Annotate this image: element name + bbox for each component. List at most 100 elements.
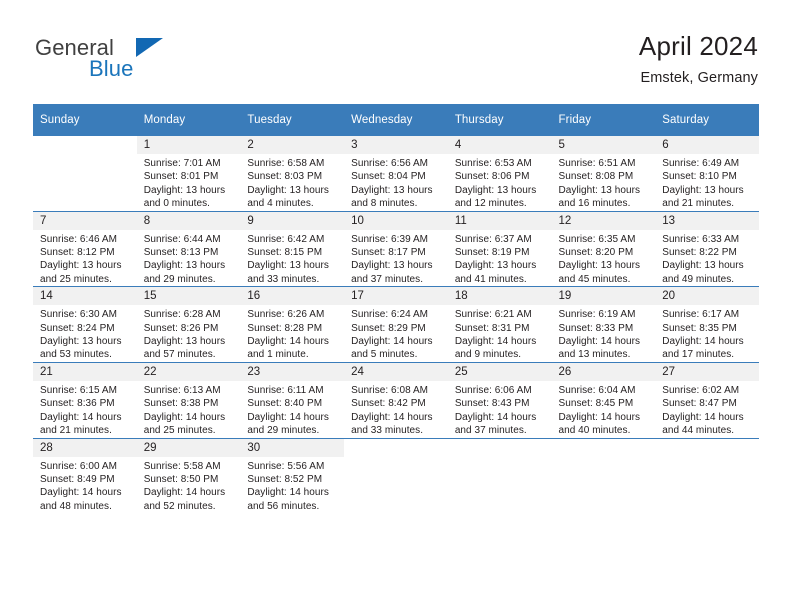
calendar-day-cell[interactable]: 26 Sunrise: 6:04 AM Sunset: 8:45 PM Dayligh… [551,361,656,438]
sunrise-time: Sunrise: 6:11 AM [247,384,324,396]
daylight-duration-line1: Daylight: 14 hours [662,411,744,423]
title-block: April 2024 Emstek, Germany [639,30,758,88]
weekday-header-sunday: Sunday [33,104,137,136]
calendar-day-cell[interactable]: 3 Sunrise: 6:56 AM Sunset: 8:04 PM Daylight… [344,136,448,211]
calendar-day-cell[interactable]: 6 Sunrise: 6:49 AM Sunset: 8:10 PM Daylight… [655,136,759,211]
sunrise-time: Sunrise: 6:24 AM [351,309,429,321]
weekday-header-friday: Friday [551,104,656,136]
sunrise-time: Sunrise: 6:53 AM [454,158,532,169]
daylight-duration-line1: Daylight: 14 hours [558,411,641,423]
calendar-day-cell[interactable]: 21 Sunrise: 6:15 AM Sunset: 8:36 PM Dayligh… [33,361,137,438]
daylight-duration-line2: and 44 minutes. [662,425,735,437]
calendar-day-cell[interactable]: 17 Sunrise: 6:24 AM Sunset: 8:29 PM Dayligh… [344,286,448,363]
calendar-day-cell[interactable]: 5 Sunrise: 6:51 AM Sunset: 8:08 PM Daylight… [551,136,656,211]
sunrise-time: Sunrise: 6:35 AM [558,233,636,245]
daylight-duration-line2: and 12 minutes. [454,198,527,210]
day-number [655,439,759,457]
calendar-day-cell[interactable]: 10 Sunrise: 6:39 AM Sunset: 8:17 PM Dayligh… [344,210,448,287]
calendar-day-cell[interactable]: 15 Sunrise: 6:28 AM Sunset: 8:26 PM Dayligh… [136,286,241,363]
day-cell-inner: 19 Sunrise: 6:19 AM Sunset: 8:33 PM Dayligh… [551,287,656,362]
calendar-day-cell[interactable]: 22 Sunrise: 6:13 AM Sunset: 8:38 PM Dayligh… [136,361,241,438]
daylight-duration-line1: Daylight: 13 hours [454,260,537,272]
day-number: 4 [447,136,552,154]
weekday-header-thursday: Thursday [447,104,552,136]
daylight-duration-line2: and 25 minutes. [143,425,216,437]
daylight-duration-line1: Daylight: 14 hours [247,411,329,423]
calendar-day-cell[interactable]: 25 Sunrise: 6:06 AM Sunset: 8:43 PM Dayligh… [447,361,552,438]
calendar-day-cell[interactable]: 18 Sunrise: 6:21 AM Sunset: 8:31 PM Dayligh… [447,286,552,363]
daylight-duration-line2: and 8 minutes. [351,198,418,210]
day-cell-inner: 1 Sunrise: 7:01 AM Sunset: 8:01 PM Daylight… [136,136,241,211]
calendar-day-cell[interactable]: 11 Sunrise: 6:37 AM Sunset: 8:19 PM Dayligh… [447,210,552,287]
day-cell-inner: 16 Sunrise: 6:26 AM Sunset: 8:28 PM Dayligh… [240,287,345,362]
calendar-day-cell[interactable]: 12 Sunrise: 6:35 AM Sunset: 8:20 PM Dayligh… [551,210,656,287]
day-cell-inner: 9 Sunrise: 6:42 AM Sunset: 8:15 PM Daylight… [240,211,345,287]
daylight-duration-line2: and 33 minutes. [351,425,424,437]
day-cell-inner: 13 Sunrise: 6:33 AM Sunset: 8:22 PM Dayligh… [655,211,759,287]
calendar-day-cell[interactable]: 8 Sunrise: 6:44 AM Sunset: 8:13 PM Daylight… [136,210,241,287]
day-details: Sunrise: 6:24 AM Sunset: 8:29 PM Daylight:… [344,305,448,362]
day-cell-inner: 23 Sunrise: 6:11 AM Sunset: 8:40 PM Dayligh… [240,362,345,438]
calendar-header-row: Sunday Monday Tuesday Wednesday Thursday… [33,104,759,136]
daylight-duration-line2: and 29 minutes. [143,273,216,285]
day-details: Sunrise: 6:44 AM Sunset: 8:13 PM Daylight:… [137,230,241,287]
daylight-duration-line1: Daylight: 13 hours [40,260,122,272]
daylight-duration-line2: and 13 minutes. [558,349,631,361]
calendar-day-cell[interactable]: 4 Sunrise: 6:53 AM Sunset: 8:06 PM Daylight… [447,136,552,211]
calendar-day-cell[interactable]: 1 Sunrise: 7:01 AM Sunset: 8:01 PM Daylight… [136,136,241,211]
daylight-duration-line2: and 56 minutes. [247,500,320,512]
daylight-duration-line1: Daylight: 14 hours [40,487,122,499]
day-details: Sunrise: 6:15 AM Sunset: 8:36 PM Daylight:… [33,381,137,438]
daylight-duration-line2: and 49 minutes. [662,273,735,285]
daylight-duration-line2: and 5 minutes. [351,349,418,361]
calendar-day-cell[interactable]: 14 Sunrise: 6:30 AM Sunset: 8:24 PM Dayligh… [33,286,137,363]
calendar-day-cell[interactable]: 29 Sunrise: 5:58 AM Sunset: 8:50 PM Dayligh… [136,437,241,514]
daylight-duration-line1: Daylight: 13 hours [454,184,537,196]
daylight-duration-line1: Daylight: 13 hours [558,184,641,196]
day-details: Sunrise: 7:01 AM Sunset: 8:01 PM Daylight:… [137,154,241,211]
day-number: 26 [551,362,656,381]
sunrise-time: Sunrise: 6:58 AM [247,158,325,169]
day-details: Sunrise: 6:37 AM Sunset: 8:19 PM Daylight:… [448,230,552,287]
calendar-day-cell[interactable]: 30 Sunrise: 5:56 AM Sunset: 8:52 PM Dayligh… [240,437,345,514]
day-number: 13 [655,211,759,230]
day-details: Sunrise: 6:06 AM Sunset: 8:43 PM Daylight:… [448,381,552,438]
day-cell-inner [655,439,759,514]
sunrise-time: Sunrise: 6:00 AM [40,460,117,472]
daylight-duration-line2: and 37 minutes. [351,273,424,285]
sunset-time: Sunset: 8:03 PM [247,171,323,183]
daylight-duration-line2: and 25 minutes. [40,273,112,285]
sunrise-time: Sunrise: 6:37 AM [454,233,532,245]
sunrise-time: Sunrise: 6:44 AM [143,233,221,245]
calendar-day-cell[interactable]: 13 Sunrise: 6:33 AM Sunset: 8:22 PM Dayligh… [655,210,759,287]
daylight-duration-line2: and 40 minutes. [558,425,631,437]
weekday-header-tuesday: Tuesday [240,104,345,136]
sunset-time: Sunset: 8:40 PM [247,398,323,410]
sunrise-time: Sunrise: 6:26 AM [247,309,325,321]
calendar-day-cell[interactable]: 16 Sunrise: 6:26 AM Sunset: 8:28 PM Dayligh… [240,286,345,363]
calendar-day-cell[interactable]: 28 Sunrise: 6:00 AM Sunset: 8:49 PM Dayligh… [33,437,137,514]
calendar-day-cell[interactable]: 19 Sunrise: 6:19 AM Sunset: 8:33 PM Dayligh… [551,286,656,363]
sunset-time: Sunset: 8:24 PM [40,322,115,334]
sunset-time: Sunset: 8:17 PM [351,247,426,259]
day-details: Sunrise: 6:28 AM Sunset: 8:26 PM Daylight:… [137,305,241,362]
calendar-day-cell[interactable]: 24 Sunrise: 6:08 AM Sunset: 8:42 PM Dayligh… [344,361,448,438]
calendar-day-cell[interactable]: 7 Sunrise: 6:46 AM Sunset: 8:12 PM Daylight… [33,210,137,287]
sunrise-time: Sunrise: 6:15 AM [40,384,117,396]
day-details: Sunrise: 6:17 AM Sunset: 8:35 PM Daylight:… [655,305,759,362]
day-cell-inner: 27 Sunrise: 6:02 AM Sunset: 8:47 PM Dayligh… [655,362,759,438]
calendar-day-cell[interactable]: 9 Sunrise: 6:42 AM Sunset: 8:15 PM Daylight… [240,210,345,287]
sunset-time: Sunset: 8:38 PM [143,398,219,410]
sunset-time: Sunset: 8:12 PM [40,247,115,259]
day-number: 15 [136,287,241,306]
day-cell-inner [448,439,552,514]
calendar-day-cell[interactable]: 20 Sunrise: 6:17 AM Sunset: 8:35 PM Dayligh… [655,286,759,363]
calendar-day-cell[interactable]: 23 Sunrise: 6:11 AM Sunset: 8:40 PM Dayligh… [240,361,345,438]
day-number: 23 [240,362,345,381]
calendar-day-cell[interactable]: 27 Sunrise: 6:02 AM Sunset: 8:47 PM Dayligh… [655,361,759,438]
day-details: Sunrise: 6:02 AM Sunset: 8:47 PM Daylight:… [655,381,759,438]
day-cell-inner: 5 Sunrise: 6:51 AM Sunset: 8:08 PM Daylight… [551,136,656,211]
daylight-duration-line2: and 33 minutes. [247,273,320,285]
calendar-day-cell[interactable]: 2 Sunrise: 6:58 AM Sunset: 8:03 PM Daylight… [240,136,345,211]
day-number: 18 [447,287,552,306]
